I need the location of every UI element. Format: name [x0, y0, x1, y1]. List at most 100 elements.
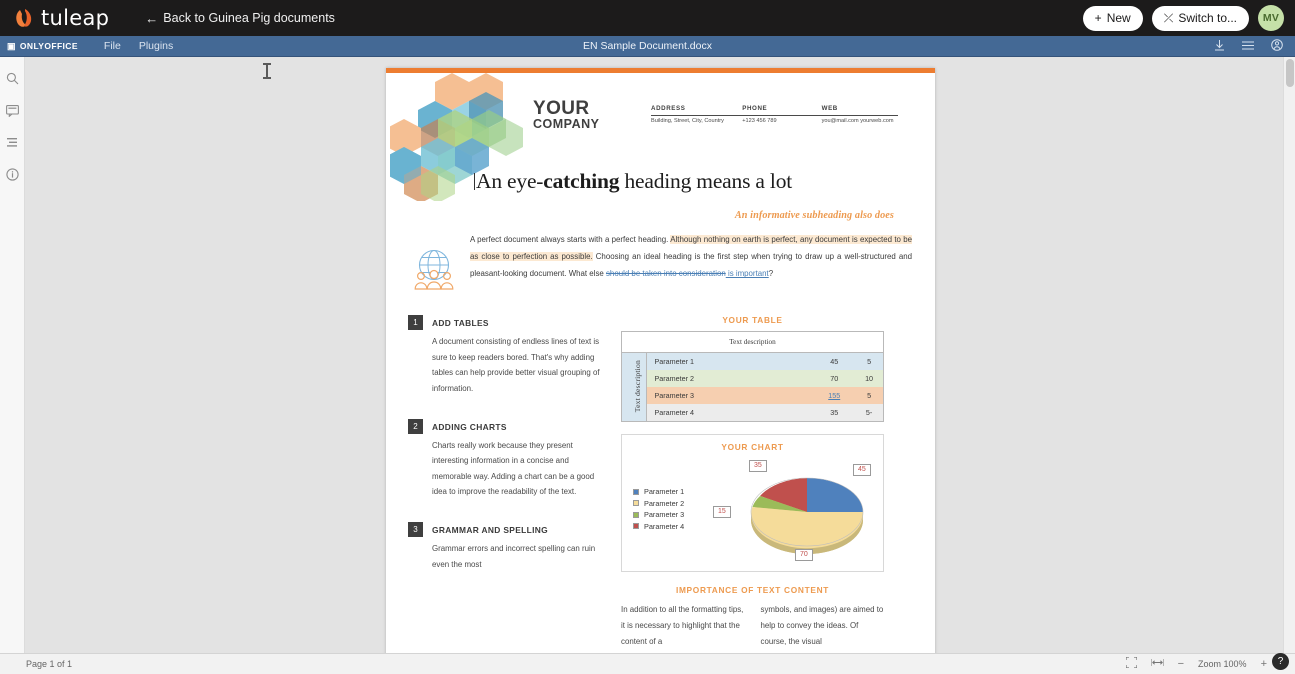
scrollbar-thumb[interactable]	[1286, 59, 1294, 87]
globe-people-icon	[408, 231, 470, 297]
comments-icon[interactable]	[3, 101, 22, 120]
section-2-body: Charts really work because they present …	[432, 440, 595, 497]
menu-icon[interactable]	[1242, 40, 1254, 52]
onlyoffice-brand-label: ONLYOFFICE	[19, 41, 78, 51]
document-title: EN Sample Document.docx	[583, 40, 712, 52]
search-icon[interactable]	[3, 69, 22, 88]
body-columns: 1 ADD TABLES A document consisting of en…	[408, 315, 916, 649]
fit-page-icon[interactable]	[1124, 656, 1138, 671]
table-cell-value-1: 70	[830, 374, 839, 383]
help-button[interactable]: ?	[1272, 653, 1289, 670]
section-1-body: A document consisting of endless lines o…	[432, 337, 600, 393]
contact-address-heading: ADDRESS	[651, 105, 686, 112]
onlyoffice-brand: ▣ ONLYOFFICE	[7, 41, 78, 52]
switch-to-label: Switch to...	[1178, 11, 1237, 25]
headings-icon[interactable]	[3, 133, 22, 152]
text-content-columns: In addition to all the formatting tips, …	[621, 602, 884, 649]
back-arrow-icon: ←	[145, 10, 159, 26]
zoom-in-button[interactable]: +	[1261, 658, 1267, 670]
section-2-title: ADDING CHARTS	[432, 421, 507, 432]
section-grammar-spelling: 3 GRAMMAR AND SPELLING Grammar errors an…	[408, 522, 604, 572]
menu-item-file[interactable]: File	[104, 40, 121, 52]
avatar[interactable]: MV	[1258, 5, 1284, 31]
table-cell-value-2: 5-	[865, 408, 873, 417]
legend-label: Parameter 1	[644, 487, 685, 496]
table-caption: YOUR TABLE	[722, 315, 783, 325]
table-row-header: Text description	[622, 352, 647, 421]
tuleap-logo-icon	[13, 7, 34, 29]
your-table: Text description Text description Parame…	[621, 331, 884, 422]
intro-text-1: A perfect document always starts with a …	[470, 235, 671, 244]
legend-swatch	[633, 511, 639, 518]
legend-label: Parameter 3	[644, 510, 685, 519]
table-row: Parameter 2 70 10	[622, 370, 883, 387]
section-2-number: 2	[408, 418, 423, 434]
table-column-header: Text description	[622, 332, 883, 353]
legend-item: Parameter 3	[633, 510, 713, 519]
vertical-scrollbar[interactable]	[1283, 57, 1295, 653]
section-1-head: 1 ADD TABLES	[408, 315, 604, 330]
pie-chart: 35 45 15 70	[713, 458, 878, 562]
table-cell-label: Parameter 1	[654, 357, 695, 366]
about-icon[interactable]	[3, 165, 22, 184]
section-2-head: 2 ADDING CHARTS	[408, 418, 604, 434]
status-bar: Page 1 of 1 − Zoom 100% + ?	[0, 653, 1295, 674]
tuleap-brand-text: tuleap	[41, 6, 110, 30]
status-bar-actions: − Zoom 100% +	[1124, 656, 1267, 671]
account-icon[interactable]	[1271, 39, 1283, 53]
menu-item-plugins[interactable]: Plugins	[139, 40, 173, 52]
legend-item: Parameter 1	[633, 487, 713, 496]
text-cursor	[263, 63, 271, 79]
legend-item: Parameter 4	[633, 522, 713, 531]
pie-label-parameter-4: 35	[749, 460, 767, 472]
back-to-documents-link[interactable]: ← Back to Guinea Pig documents	[145, 11, 335, 25]
table-cell-value-1: 45	[830, 357, 839, 366]
section-3-title: GRAMMAR AND SPELLING	[432, 525, 549, 536]
pie-label-parameter-1: 45	[853, 464, 871, 476]
contact-phone-heading: PHONE	[742, 105, 768, 112]
text-content-col-2: symbols, and images) are aimed to help t…	[760, 605, 884, 646]
switch-to-button[interactable]: ⤫ Switch to...	[1151, 5, 1249, 31]
section-add-tables: 1 ADD TABLES A document consisting of en…	[408, 315, 604, 397]
tracked-deletion: should be taken into consideration	[605, 269, 726, 279]
tuleap-top-bar: tuleap ← Back to Guinea Pig documents + …	[0, 0, 1295, 36]
section-adding-charts: 2 ADDING CHARTS Charts really work becau…	[408, 418, 604, 501]
onlyoffice-logo-icon: ▣	[7, 40, 16, 51]
zoom-level-label[interactable]: Zoom 100%	[1198, 659, 1247, 669]
chart-area: Parameter 1 Parameter 2 Parameter 3 Para…	[627, 458, 878, 562]
chart-caption: YOUR CHART	[721, 442, 784, 452]
table-header-row: Text description	[622, 332, 883, 353]
text-content-col-1: In addition to all the formatting tips, …	[621, 605, 744, 646]
zoom-out-button[interactable]: −	[1178, 658, 1184, 670]
text-content-heading: IMPORTANCE OF TEXT CONTENT	[675, 585, 830, 595]
right-column: YOUR TABLE Text description Text descrip…	[621, 315, 884, 649]
chart-legend: Parameter 1 Parameter 2 Parameter 3 Para…	[627, 487, 713, 533]
legend-swatch	[633, 500, 639, 506]
document-caret	[474, 173, 475, 190]
subheading: An informative subheading also does	[734, 210, 894, 221]
editor-canvas[interactable]: YOUR COMPANY ADDRESS Building, Street, C…	[25, 57, 1283, 653]
tuleap-logo[interactable]: tuleap	[13, 6, 109, 30]
download-icon[interactable]	[1214, 39, 1225, 53]
legend-item: Parameter 2	[633, 499, 713, 508]
pie-label-parameter-3: 15	[713, 506, 731, 518]
page-title: An eye-catching heading means a lot	[474, 169, 894, 194]
company-line-2: COMPANY	[533, 117, 600, 132]
onlyoffice-toolbar-actions	[1214, 39, 1283, 53]
document-header: YOUR COMPANY ADDRESS Building, Street, C…	[386, 73, 935, 203]
table-cell-label: Parameter 2	[654, 374, 695, 383]
section-1-number: 1	[408, 315, 423, 330]
legend-swatch	[633, 488, 639, 495]
contact-divider	[651, 115, 898, 116]
table-cell-value-2: 10	[865, 374, 874, 383]
new-button[interactable]: + New	[1082, 5, 1143, 31]
intro-block: A perfect document always starts with a …	[408, 231, 916, 297]
legend-label: Parameter 2	[644, 498, 685, 508]
table-row: Parameter 4 35 5-	[622, 404, 883, 421]
document-page[interactable]: YOUR COMPANY ADDRESS Building, Street, C…	[386, 68, 935, 653]
fit-width-icon[interactable]	[1150, 658, 1165, 670]
intro-paragraph: A perfect document always starts with a …	[470, 231, 916, 297]
legend-swatch	[633, 523, 639, 529]
your-chart[interactable]: YOUR CHART Parameter 1 Parameter 2 Param…	[621, 434, 884, 572]
table-cell-label: Parameter 4	[654, 408, 695, 417]
